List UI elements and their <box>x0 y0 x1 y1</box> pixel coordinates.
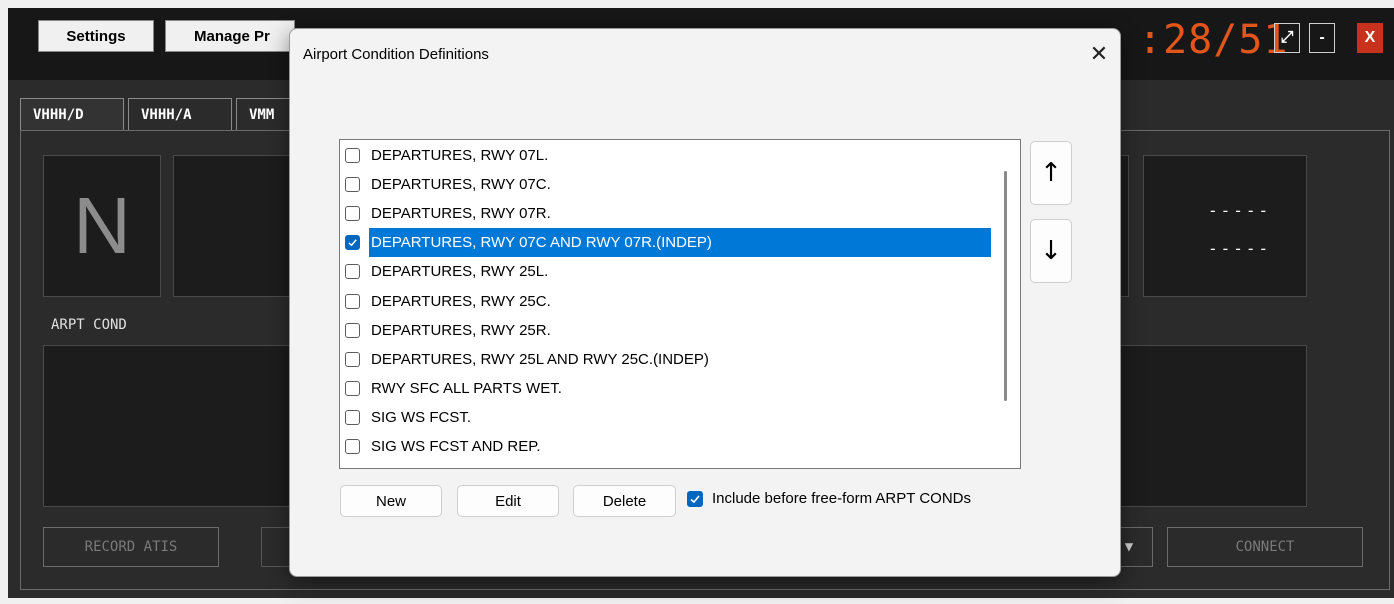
condition-list-item[interactable]: DEPARTURES, RWY 25C. <box>343 287 991 316</box>
condition-checkbox[interactable] <box>345 351 360 367</box>
condition-list[interactable]: DEPARTURES, RWY 07L. DEPARTURES, RWY 07C.… <box>339 139 1021 469</box>
frequency-line-2: ----- <box>1208 239 1272 258</box>
include-before-option[interactable]: Include before free-form ARPT CONDs <box>687 490 971 507</box>
condition-list-item[interactable]: SIG WS FCST AND REP. <box>343 432 991 461</box>
condition-checkbox[interactable] <box>345 148 360 163</box>
tab-vhhh-a[interactable]: VHHH/A <box>128 98 232 130</box>
condition-checkbox[interactable] <box>345 439 360 454</box>
frequency-tile: ----- ----- <box>1143 155 1307 297</box>
condition-checkbox[interactable] <box>345 235 360 251</box>
condition-list-item[interactable]: DEPARTURES, RWY 07C AND RWY 07R.(INDEP) <box>343 228 991 258</box>
settings-button[interactable]: Settings <box>38 20 154 52</box>
condition-label: DEPARTURES, RWY 25L. <box>371 263 549 281</box>
condition-label: DEPARTURES, RWY 07L. <box>371 147 549 164</box>
arrow-up-icon: ↑ <box>1040 158 1062 188</box>
condition-list-item[interactable]: DEPARTURES, RWY 07R. <box>343 199 991 228</box>
condition-checkbox[interactable] <box>345 206 360 222</box>
condition-label: DEPARTURES, RWY 07C AND RWY 07R.(INDEP) <box>369 228 991 258</box>
condition-checkbox[interactable] <box>345 264 360 280</box>
condition-label: DEPARTURES, RWY 25L AND RWY 25C.(INDEP) <box>371 350 709 368</box>
minimize-button[interactable]: - <box>1309 23 1335 53</box>
condition-label: DEPARTURES, RWY 07C. <box>371 176 551 194</box>
condition-list-item[interactable]: SIG WS FCST. <box>343 403 991 432</box>
manage-profiles-button[interactable]: Manage Pr <box>165 20 295 52</box>
frequency-line-1: ----- <box>1208 201 1272 220</box>
expand-icon: ⤢ <box>1280 29 1294 46</box>
move-up-button[interactable]: ↑ <box>1030 141 1072 205</box>
scrollbar[interactable] <box>993 141 1019 467</box>
condition-label: DEPARTURES, RWY 07R. <box>371 205 551 223</box>
condition-label: DEPARTURES, RWY 25R. <box>371 321 551 339</box>
condition-label: DEPARTURES, RWY 25C. <box>371 292 551 310</box>
condition-checkbox[interactable] <box>345 409 360 425</box>
arrow-down-icon: ↓ <box>1040 236 1062 266</box>
arpt-cond-label: ARPT COND <box>51 317 127 333</box>
dialog-title: Airport Condition Definitions <box>303 46 489 63</box>
checkmark-icon <box>348 239 357 247</box>
edit-button[interactable]: Edit <box>457 485 559 517</box>
timer-display: :28/51 <box>1138 17 1289 63</box>
condition-checkbox[interactable] <box>345 380 360 396</box>
condition-label: SIG WS FCST. <box>371 408 472 426</box>
dialog-close-button[interactable]: ✕ <box>1084 37 1114 71</box>
condition-list-item[interactable]: DEPARTURES, RWY 07C. <box>343 170 991 199</box>
atis-letter: N <box>73 181 131 270</box>
condition-list-item[interactable]: RWY SFC ALL PARTS WET. <box>343 374 991 403</box>
scrollbar-thumb[interactable] <box>1004 171 1007 401</box>
condition-label: RWY SFC ALL PARTS WET. <box>371 379 562 397</box>
close-icon: ✕ <box>1089 41 1109 67</box>
condition-checkbox[interactable] <box>345 293 360 309</box>
move-down-button[interactable]: ↓ <box>1030 219 1072 283</box>
maximize-button[interactable]: ⤢ <box>1274 23 1300 53</box>
tab-vhhh-d[interactable]: VHHH/D <box>20 98 124 130</box>
condition-list-item[interactable]: DEPARTURES, RWY 25L AND RWY 25C.(INDEP) <box>343 345 991 374</box>
info-tile <box>173 155 303 297</box>
condition-list-item[interactable]: DEPARTURES, RWY 07L. <box>343 141 991 170</box>
include-before-checkbox[interactable] <box>687 490 703 507</box>
condition-label: SIG WS FCST AND REP. <box>371 438 541 455</box>
checkmark-icon <box>690 494 700 503</box>
atis-letter-tile: N <box>43 155 161 297</box>
condition-checkbox[interactable] <box>345 177 360 193</box>
include-before-label: Include before free-form ARPT CONDs <box>712 490 971 507</box>
app-close-button[interactable]: X <box>1357 23 1383 53</box>
record-atis-button[interactable]: RECORD ATIS <box>43 527 219 567</box>
new-button[interactable]: New <box>340 485 442 517</box>
connect-button[interactable]: CONNECT <box>1167 527 1363 567</box>
condition-list-item[interactable]: DEPARTURES, RWY 25R. <box>343 316 991 345</box>
chevron-down-icon: ▼ <box>1124 539 1134 555</box>
condition-list-item[interactable]: DEPARTURES, RWY 25L. <box>343 257 991 286</box>
condition-checkbox[interactable] <box>345 322 360 338</box>
delete-button[interactable]: Delete <box>573 485 676 517</box>
airport-condition-dialog: Airport Condition Definitions ✕ DEPARTUR… <box>289 28 1121 577</box>
